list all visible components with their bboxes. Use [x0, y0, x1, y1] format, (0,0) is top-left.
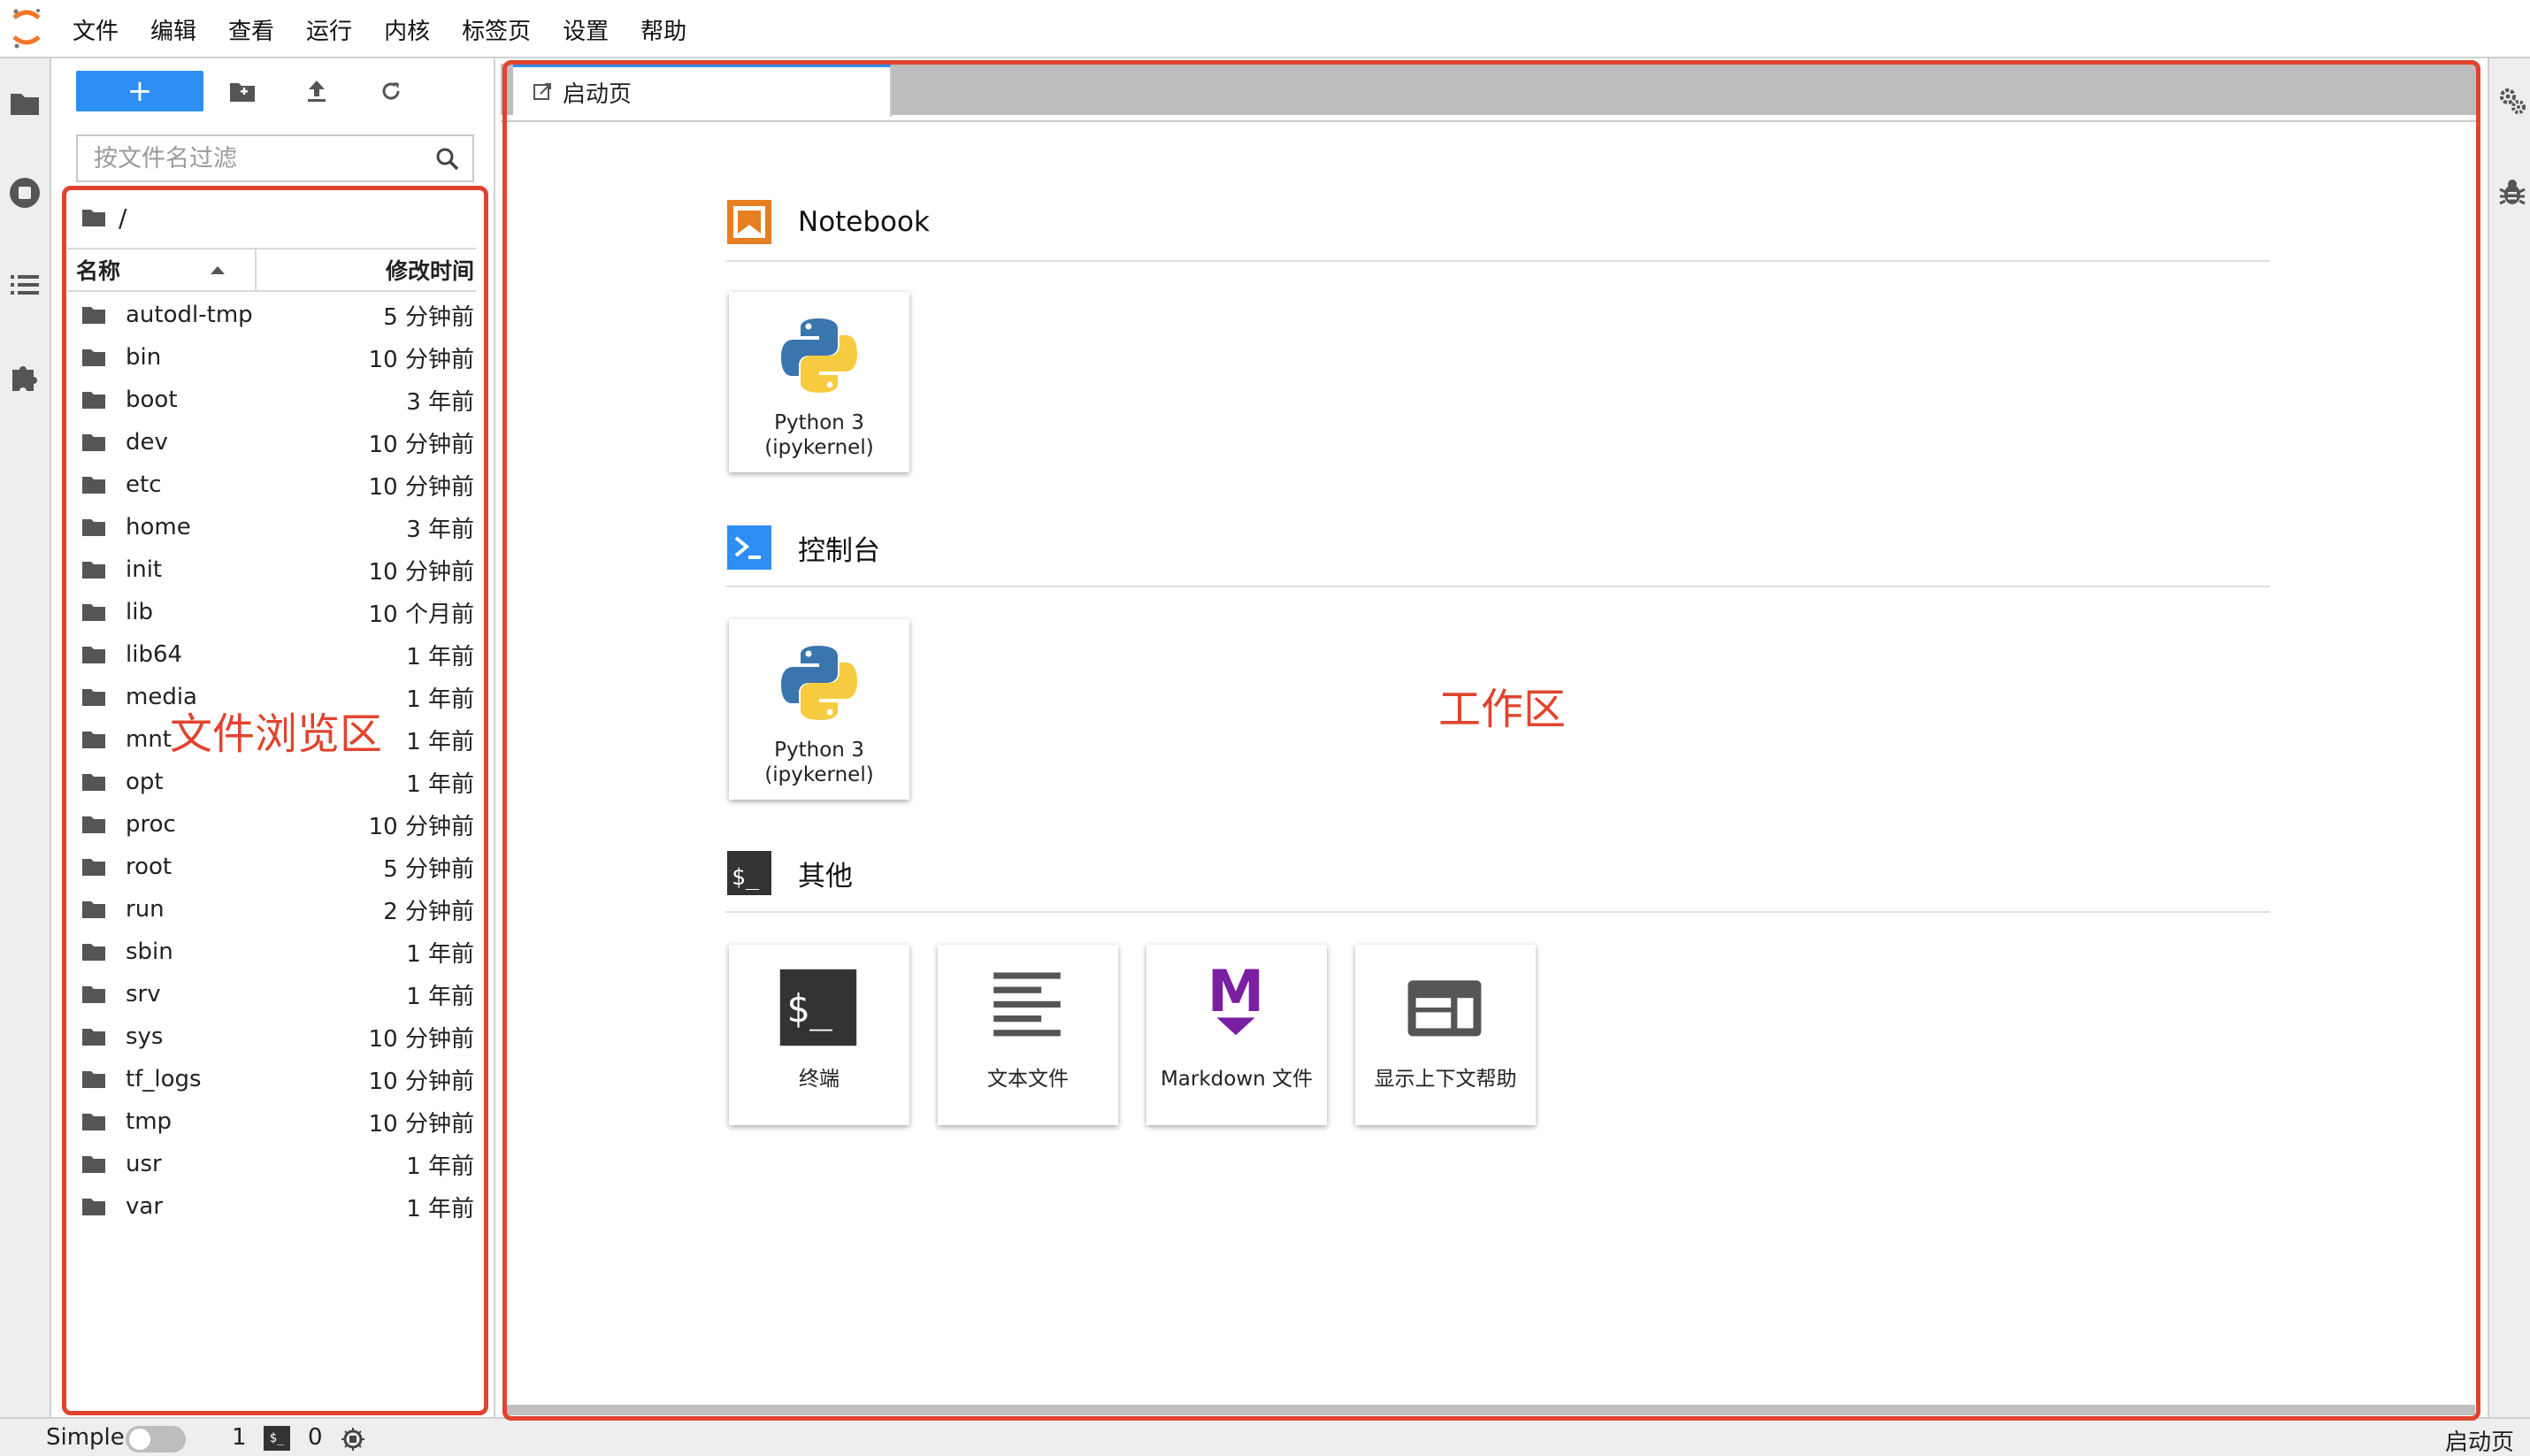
- new-folder-icon: [230, 83, 255, 102]
- status-bar: Simple 1 $_ 0 启动页: [0, 1417, 2530, 1456]
- kernel-status-icon[interactable]: [340, 1426, 366, 1452]
- status-current-tab: 启动页: [2444, 1429, 2514, 1456]
- menu-settings[interactable]: 设置: [563, 13, 609, 46]
- table-of-contents-icon[interactable]: [7, 267, 42, 303]
- file-filter-field: [76, 134, 474, 182]
- running-sessions-icon[interactable]: [7, 175, 42, 211]
- extension-puzzle-icon[interactable]: [7, 359, 42, 395]
- menu-edit[interactable]: 编辑: [150, 13, 196, 46]
- new-launcher-button[interactable]: +: [76, 71, 203, 111]
- new-folder-button[interactable]: [226, 74, 258, 108]
- terminals-count[interactable]: 1: [232, 1424, 247, 1451]
- main-menu: 文件 编辑 查看 运行 内核 标签页 设置 帮助: [73, 0, 718, 58]
- upload-button[interactable]: [301, 74, 333, 108]
- menu-kernel[interactable]: 内核: [384, 13, 430, 46]
- refresh-button[interactable]: [375, 74, 407, 108]
- jupyter-logo-icon[interactable]: [9, 7, 44, 50]
- menu-help[interactable]: 帮助: [640, 13, 686, 46]
- work-area-annotation-box: [502, 60, 2480, 1421]
- menubar: 文件 编辑 查看 运行 内核 标签页 设置 帮助: [0, 0, 2530, 58]
- new-launcher-label: +: [126, 73, 153, 109]
- upload-icon: [308, 80, 326, 102]
- right-sidebar: [2488, 58, 2530, 1417]
- file-browser-annotation-box: [62, 186, 488, 1415]
- menu-view[interactable]: 查看: [228, 13, 274, 46]
- menu-file[interactable]: 文件: [73, 13, 119, 46]
- left-activity-bar: [0, 58, 51, 1417]
- menu-run[interactable]: 运行: [306, 13, 352, 46]
- simple-mode-label: Simple: [46, 1424, 125, 1451]
- debugger-bug-icon[interactable]: [2496, 177, 2528, 209]
- file-filter-input[interactable]: [78, 136, 423, 180]
- work-area-annotation-label: 工作区: [1438, 685, 1567, 734]
- kernels-count[interactable]: 0: [308, 1424, 323, 1451]
- menu-tabs[interactable]: 标签页: [462, 13, 531, 46]
- refresh-icon: [382, 82, 400, 100]
- property-inspector-gears-icon[interactable]: [2496, 85, 2528, 117]
- file-browser-annotation-label: 文件浏览区: [170, 709, 383, 759]
- simple-mode-toggle[interactable]: [126, 1426, 186, 1452]
- folder-icon[interactable]: [7, 85, 42, 120]
- terminal-status-icon[interactable]: $_: [264, 1426, 290, 1451]
- search-icon[interactable]: [433, 145, 462, 173]
